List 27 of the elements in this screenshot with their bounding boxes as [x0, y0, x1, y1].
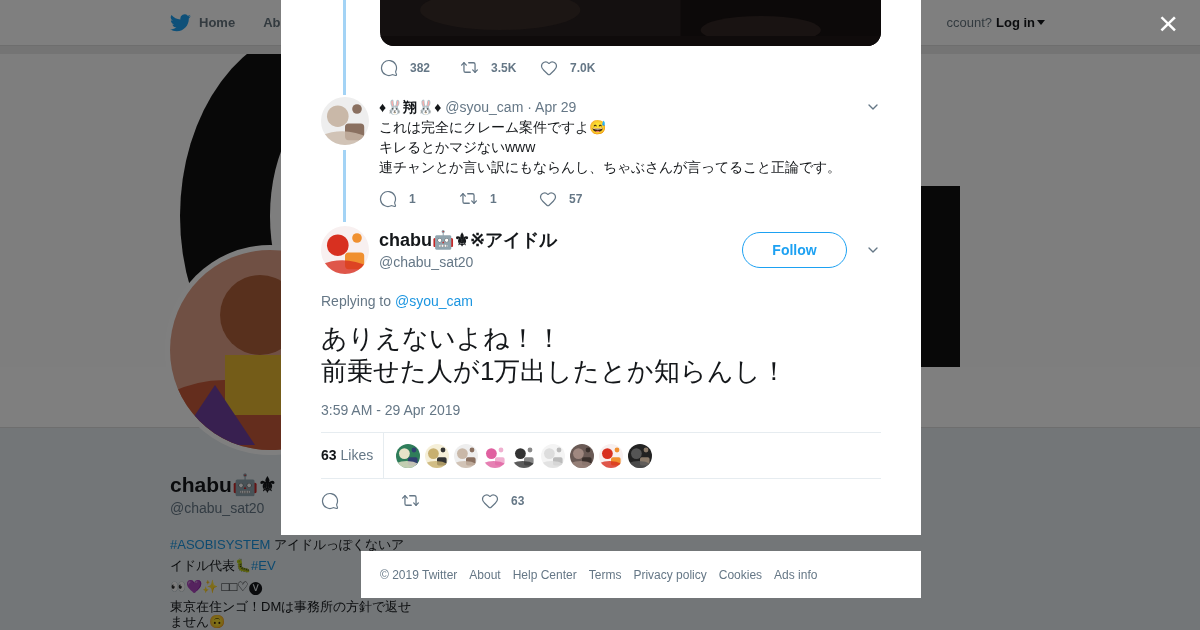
caret-icon: [1037, 20, 1045, 25]
login-link[interactable]: Log in: [996, 12, 1045, 33]
footer-link[interactable]: Cookies: [718, 565, 763, 584]
bio-text: 東京在住ンゴ！DMは事務所の方針で返せ: [170, 599, 412, 614]
likes-label[interactable]: Likes: [340, 445, 374, 466]
profile-name: chabu🤖⚜: [170, 472, 277, 498]
footer-link[interactable]: Privacy policy: [633, 565, 707, 584]
footer-link[interactable]: About: [469, 565, 501, 584]
footer-link[interactable]: Terms: [588, 565, 622, 584]
bio-text: イドル代表🐛: [170, 558, 251, 573]
footer-link[interactable]: Ads info: [774, 565, 818, 584]
close-button[interactable]: ×: [1158, 6, 1178, 40]
nav-link[interactable]: Ab: [263, 12, 281, 33]
reply-icon: [321, 491, 339, 510]
like-count[interactable]: 63: [321, 445, 337, 466]
bio-text: ません🙃: [170, 614, 225, 629]
like-button[interactable]: 63: [481, 491, 525, 510]
nav-link[interactable]: Home: [199, 12, 236, 33]
tweet-timestamp: 3:59 AM - 29 Apr 2019: [321, 401, 462, 420]
footer-link[interactable]: © 2019 Twitter: [380, 565, 458, 584]
profile-handle: @chabu_sat20: [170, 499, 265, 518]
login-prompt: ccount?: [946, 13, 992, 32]
bio-text: アイドルっぽくないア: [273, 537, 405, 552]
heart-icon: [481, 491, 499, 510]
bird-icon[interactable]: [170, 13, 191, 32]
bio-text: 👀💜✨ □□♡🅥: [170, 579, 263, 594]
footer-link[interactable]: Help Center: [512, 565, 577, 584]
